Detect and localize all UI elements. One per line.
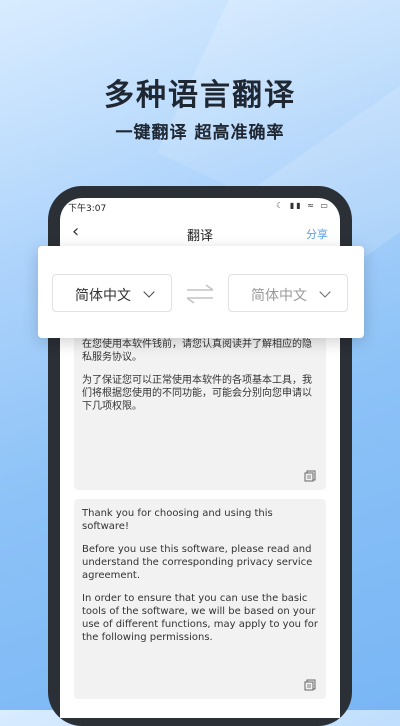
- language-selector-card: 简体中文 简体中文: [38, 246, 364, 338]
- status-icons: ☾ ▮▮ ≈ ▭: [276, 201, 330, 210]
- source-paragraph: 在您使用本软件钱前，请您认真阅读并了解相应的隐私服务协议。: [82, 339, 312, 363]
- translation-paragraph: Thank you for choosing and using this so…: [82, 508, 273, 532]
- translation-text: Thank you for choosing and using this so…: [82, 507, 318, 654]
- copy-icon[interactable]: [304, 679, 316, 691]
- chevron-down-icon: [143, 286, 155, 298]
- source-text-panel[interactable]: 在您使用本软件钱前，请您认真阅读并了解相应的隐私服务协议。 为了保证您可以正常使…: [74, 330, 326, 490]
- source-paragraph: 为了保证您可以正常使用本软件的各项基本工具，我们将根据您使用的不同功能，可能会分…: [82, 375, 312, 412]
- translation-paragraph: In order to ensure that you can use the …: [82, 593, 318, 643]
- page-title: 翻译: [186, 229, 213, 244]
- status-time: 下午3:07: [68, 204, 107, 214]
- chevron-down-icon: [319, 286, 331, 298]
- source-text: 在您使用本软件钱前，请您认真阅读并了解相应的隐私服务协议。 为了保证您可以正常使…: [82, 338, 318, 423]
- swap-languages-icon[interactable]: [184, 282, 216, 306]
- share-button[interactable]: 分享: [306, 226, 328, 242]
- translation-paragraph: Before you use this software, please rea…: [82, 544, 313, 581]
- promo-subline: 一键翻译 超高准确率: [115, 123, 285, 143]
- promo-headline: 多种语言翻译: [104, 78, 296, 113]
- source-language-select[interactable]: 简体中文: [52, 274, 172, 312]
- nav-bar: ‹ 翻译 分享: [60, 222, 340, 246]
- translation-result-panel[interactable]: Thank you for choosing and using this so…: [74, 499, 326, 699]
- copy-icon[interactable]: [304, 470, 316, 482]
- source-language-label: 简体中文: [75, 288, 131, 304]
- target-language-label: 简体中文: [251, 288, 307, 304]
- status-bar: 下午3:07 ☾ ▮▮ ≈ ▭: [60, 198, 340, 216]
- target-language-select[interactable]: 简体中文: [228, 274, 348, 312]
